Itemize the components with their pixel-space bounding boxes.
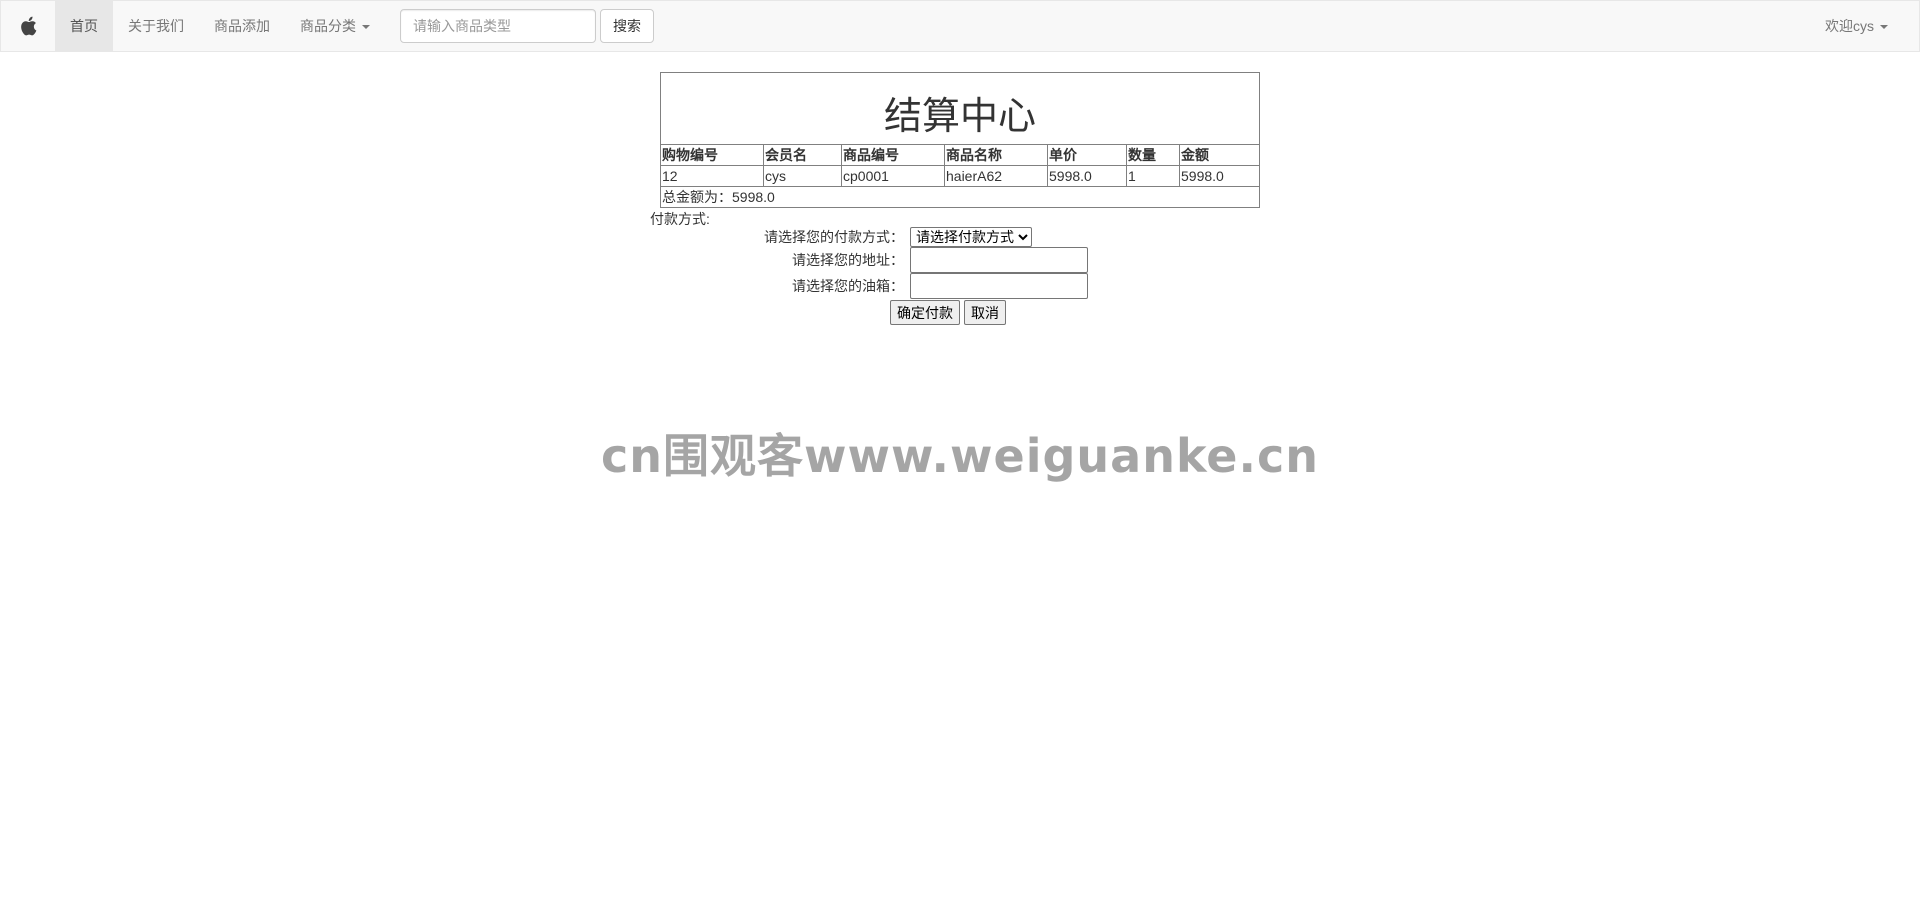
column-header: 商品名称 [944, 144, 1048, 166]
table-cell: cys [763, 165, 842, 187]
checkout-title: 结算中心 [660, 72, 1260, 145]
search-input[interactable] [400, 9, 596, 43]
payment-method-row: 请选择您的付款方式： 请选择付款方式 [660, 227, 1032, 247]
nav-about-us[interactable]: 关于我们 [113, 1, 199, 51]
table-row: 12 cys cp0001 haierA62 5998.0 1 5998.0 [660, 165, 1260, 187]
apple-icon [21, 16, 37, 36]
table-cell: 1 [1126, 165, 1180, 187]
table-cell: 12 [660, 165, 764, 187]
address-label: 请选择您的地址： [792, 252, 904, 268]
payment-method-label: 请选择您的付款方式： [764, 229, 904, 245]
table-cell: haierA62 [944, 165, 1048, 187]
table-header-row: 购物编号 会员名 商品编号 商品名称 单价 数量 金额 [660, 144, 1260, 166]
search-form: 搜索 [400, 9, 654, 43]
column-header: 单价 [1047, 144, 1127, 166]
nav-home[interactable]: 首页 [55, 1, 113, 51]
nav-product-category-label: 商品分类 [300, 18, 356, 34]
caret-down-icon [1880, 25, 1888, 30]
table-cell: cp0001 [841, 165, 945, 187]
total-amount: 总金额为：5998.0 [660, 186, 1260, 208]
watermark-text: cn围观客www.weiguanke.cn [600, 429, 1319, 483]
column-header: 数量 [1126, 144, 1180, 166]
payment-section-label: 付款方式: [650, 211, 710, 227]
brand-logo[interactable] [1, 1, 55, 51]
email-label: 请选择您的油箱： [792, 278, 904, 294]
table-cell: 5998.0 [1179, 165, 1260, 187]
table-cell: 5998.0 [1047, 165, 1127, 187]
column-header: 购物编号 [660, 144, 764, 166]
checkout-table: 结算中心 购物编号 会员名 商品编号 商品名称 单价 数量 金额 12 cys … [660, 72, 1260, 208]
email-input[interactable] [910, 273, 1088, 299]
form-actions: 确定付款 取消 [890, 300, 1006, 325]
cancel-button[interactable]: 取消 [964, 300, 1006, 325]
confirm-payment-button[interactable]: 确定付款 [890, 300, 960, 325]
nav-add-product[interactable]: 商品添加 [199, 1, 285, 51]
payment-method-select[interactable]: 请选择付款方式 [910, 227, 1032, 247]
caret-down-icon [362, 25, 370, 30]
address-row: 请选择您的地址： [660, 247, 1088, 273]
address-input[interactable] [910, 247, 1088, 273]
column-header: 会员名 [763, 144, 842, 166]
column-header: 金额 [1179, 144, 1260, 166]
top-navbar: 首页 关于我们 商品添加 商品分类 搜索 欢迎cys [0, 0, 1920, 52]
column-header: 商品编号 [841, 144, 945, 166]
nav-product-category[interactable]: 商品分类 [285, 1, 385, 51]
user-menu-label: 欢迎cys [1825, 18, 1874, 34]
email-row: 请选择您的油箱： [660, 273, 1088, 299]
user-menu[interactable]: 欢迎cys [1810, 1, 1903, 51]
search-button[interactable]: 搜索 [600, 9, 654, 43]
